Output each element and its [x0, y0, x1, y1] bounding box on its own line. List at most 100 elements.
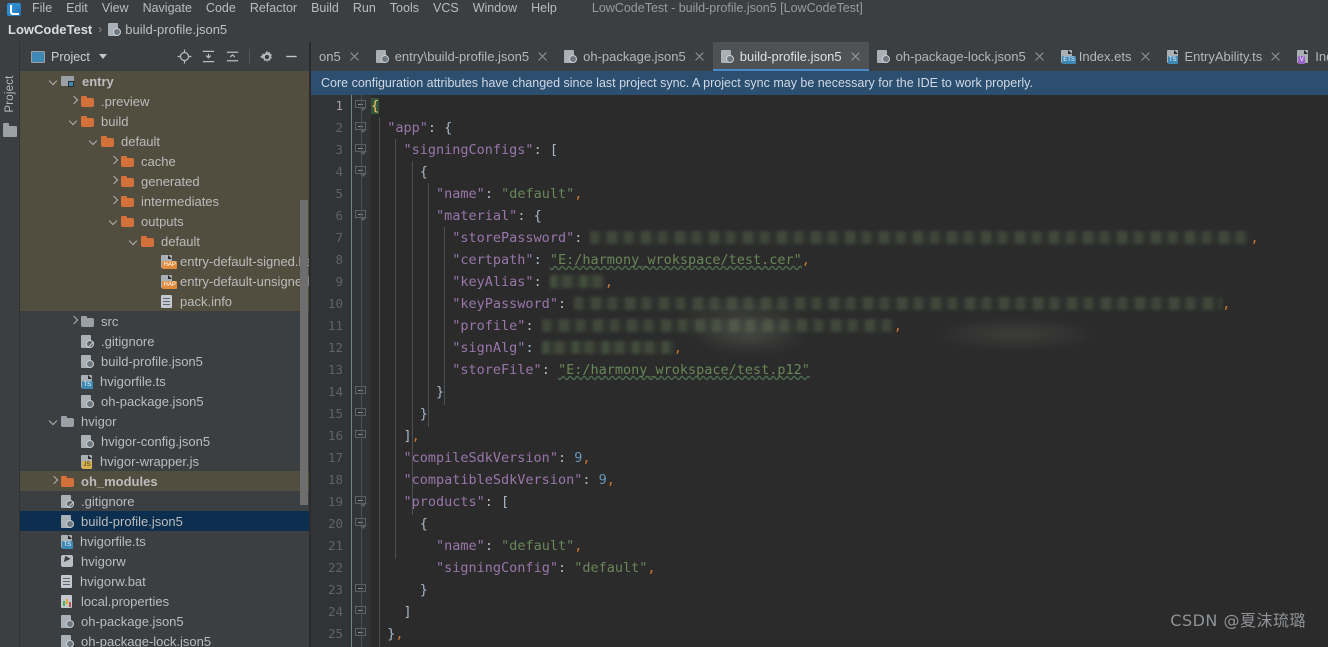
menu-item-vcs[interactable]: VCS [426, 0, 466, 16]
tree-item-entry-default-signed-hap[interactable]: HAP entry-default-signed.hap [20, 251, 310, 271]
chevron-right-icon[interactable] [108, 156, 119, 167]
chevron-down-icon[interactable] [98, 54, 107, 59]
code-line[interactable]: "profile": , [371, 315, 1328, 337]
tree-item-gitignore[interactable]: .gitignore [20, 491, 310, 511]
breadcrumb-project[interactable]: LowCodeTest [8, 22, 92, 37]
menu-item-refactor[interactable]: Refactor [243, 0, 304, 16]
code-line[interactable]: { [371, 513, 1328, 535]
tree-item-cache[interactable]: cache [20, 151, 310, 171]
menu-item-file[interactable]: File [25, 0, 59, 16]
code-line[interactable]: "material": { [371, 205, 1328, 227]
close-icon[interactable] [349, 51, 360, 62]
menu-item-edit[interactable]: Edit [59, 0, 95, 16]
editor-tab-entryability-ts[interactable]: TS EntryAbility.ts [1159, 42, 1290, 71]
tree-item-src[interactable]: src [20, 311, 310, 331]
chevron-down-icon[interactable] [48, 416, 59, 427]
close-icon[interactable] [850, 51, 861, 62]
code-line[interactable]: "name": "default", [371, 535, 1328, 557]
chevron-right-icon[interactable] [68, 316, 79, 327]
menu-item-code[interactable]: Code [199, 0, 243, 16]
menu-item-build[interactable]: Build [304, 0, 346, 16]
editor-tab-entry-build-profile-json5[interactable]: entry\build-profile.json5 [368, 42, 556, 71]
code-line[interactable]: "storePassword": , [371, 227, 1328, 249]
tree-item-hvigor-wrapper-js[interactable]: JS hvigor-wrapper.js [20, 451, 310, 471]
chevron-down-icon[interactable] [108, 216, 119, 227]
collapse-all-icon[interactable] [220, 46, 244, 68]
menu-item-help[interactable]: Help [524, 0, 564, 16]
menu-item-tools[interactable]: Tools [383, 0, 426, 16]
code-area[interactable]: 1 2 3 4 5 6 7 8 9 10 11 12 13 14 15 16 17 18 19 20 21 22 23 24 2… [311, 95, 1328, 647]
code-line[interactable]: "products": [ [371, 491, 1328, 513]
tree-item-build-profile-json5[interactable]: build-profile.json5 [20, 511, 310, 531]
editor-tab-on5[interactable]: on5 [311, 42, 368, 71]
menu-item-view[interactable]: View [95, 0, 136, 16]
tree-item-build[interactable]: build [20, 111, 310, 131]
chevron-right-icon[interactable] [108, 176, 119, 187]
chevron-down-icon[interactable] [48, 76, 59, 87]
project-tree[interactable]: entry .preview build default cache generated i… [20, 71, 310, 647]
editor-tab-oh-package-lock-json5[interactable]: oh-package-lock.json5 [869, 42, 1053, 71]
tree-item-oh-package-json5[interactable]: oh-package.json5 [20, 611, 310, 631]
editor-gutter[interactable]: 1 2 3 4 5 6 7 8 9 10 11 12 13 14 15 16 17 18 19 20 21 22 23 24 2… [311, 95, 371, 647]
tree-item-hvigorfile-ts[interactable]: TS hvigorfile.ts [20, 531, 310, 551]
tree-item-default[interactable]: default [20, 231, 310, 251]
chevron-down-icon[interactable] [128, 236, 139, 247]
tree-item-default[interactable]: default [20, 131, 310, 151]
hide-icon[interactable] [279, 46, 303, 68]
tree-item-hvigor[interactable]: hvigor [20, 411, 310, 431]
code-line[interactable]: } [371, 579, 1328, 601]
locate-icon[interactable] [172, 46, 196, 68]
tree-item-oh-package-lock-json5[interactable]: oh-package-lock.json5 [20, 631, 310, 647]
editor-tab-index[interactable]: V Index [1289, 42, 1328, 71]
expand-all-icon[interactable] [196, 46, 220, 68]
tree-item-hvigorfile-ts[interactable]: TS hvigorfile.ts [20, 371, 310, 391]
project-sync-banner[interactable]: Core configuration attributes have chang… [311, 71, 1328, 95]
tree-item-build-profile-json5[interactable]: build-profile.json5 [20, 351, 310, 371]
editor-tab-index-ets[interactable]: ETS Index.ets [1053, 42, 1159, 71]
tree-scrollbar[interactable] [300, 200, 308, 505]
code-line[interactable]: { [371, 161, 1328, 183]
close-icon[interactable] [1034, 51, 1045, 62]
gear-icon[interactable] [255, 46, 279, 68]
code-line[interactable]: "compatibleSdkVersion": 9, [371, 469, 1328, 491]
code-lines[interactable]: { "app": { "signingConfigs": [ { "name":… [371, 95, 1328, 647]
strip-button-project[interactable]: Project [4, 70, 16, 118]
tree-item-gitignore[interactable]: .gitignore [20, 331, 310, 351]
structure-icon[interactable] [3, 123, 17, 137]
chevron-down-icon[interactable] [88, 136, 99, 147]
tree-item-hvigorw[interactable]: hvigorw [20, 551, 310, 571]
tree-item-oh-package-json5[interactable]: oh-package.json5 [20, 391, 310, 411]
code-line[interactable]: "compileSdkVersion": 9, [371, 447, 1328, 469]
code-line[interactable]: "signingConfigs": [ [371, 139, 1328, 161]
code-line[interactable]: "keyAlias": , [371, 271, 1328, 293]
code-line[interactable]: "storeFile": "E:/harmony_wrokspace/test.… [371, 359, 1328, 381]
tree-item-generated[interactable]: generated [20, 171, 310, 191]
code-line[interactable]: } [371, 403, 1328, 425]
tree-item-hvigor-config-json5[interactable]: hvigor-config.json5 [20, 431, 310, 451]
code-line[interactable]: "certpath": "E:/harmony_wrokspace/test.c… [371, 249, 1328, 271]
code-line[interactable]: } [371, 381, 1328, 403]
editor-tab-build-profile-json5[interactable]: build-profile.json5 [712, 42, 869, 71]
code-line[interactable]: "app": { [371, 117, 1328, 139]
code-line[interactable]: "signingConfig": "default", [371, 557, 1328, 579]
menu-item-navigate[interactable]: Navigate [136, 0, 199, 16]
tree-item-local-properties[interactable]: local.properties [20, 591, 310, 611]
close-icon[interactable] [1140, 51, 1151, 62]
tree-item-outputs[interactable]: outputs [20, 211, 310, 231]
code-line[interactable]: ], [371, 425, 1328, 447]
editor-tab-bar[interactable]: on5 entry\build-profile.json5 oh-package.j… [311, 42, 1328, 71]
chevron-right-icon[interactable] [68, 96, 79, 107]
close-icon[interactable] [1270, 51, 1281, 62]
close-icon[interactable] [537, 51, 548, 62]
chevron-right-icon[interactable] [48, 476, 59, 487]
code-line[interactable]: "name": "default", [371, 183, 1328, 205]
tree-item-preview[interactable]: .preview [20, 91, 310, 111]
code-line[interactable]: "signAlg": , [371, 337, 1328, 359]
tree-item-oh-modules[interactable]: oh_modules [20, 471, 310, 491]
menu-item-window[interactable]: Window [466, 0, 524, 16]
close-icon[interactable] [694, 51, 705, 62]
code-editor[interactable]: Core configuration attributes have chang… [311, 71, 1328, 647]
menu-item-run[interactable]: Run [346, 0, 383, 16]
tree-item-hvigorw-bat[interactable]: hvigorw.bat [20, 571, 310, 591]
code-line[interactable]: "keyPassword": , [371, 293, 1328, 315]
